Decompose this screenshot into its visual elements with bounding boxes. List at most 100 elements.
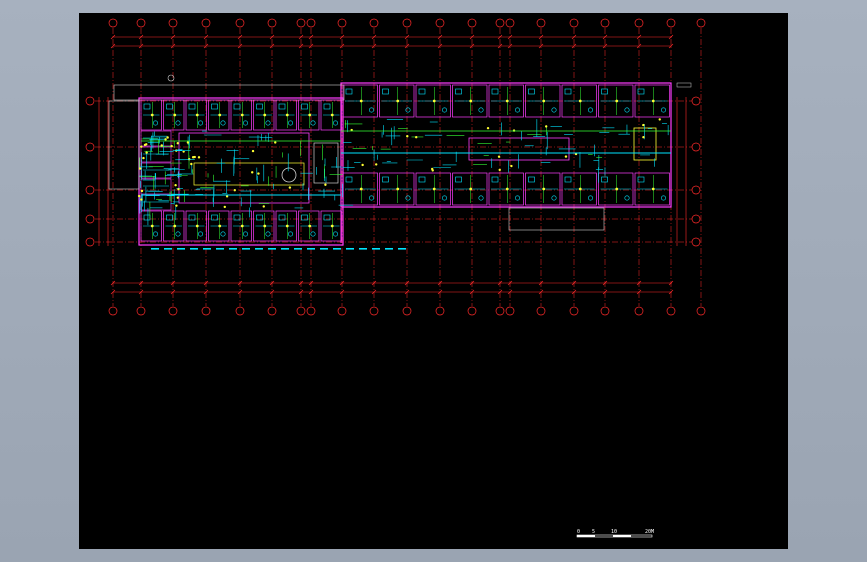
valve-symbol xyxy=(288,186,292,189)
fixture-symbol xyxy=(478,107,484,113)
valve-symbol xyxy=(223,205,226,209)
valve-symbol xyxy=(542,99,546,103)
valve-symbol xyxy=(431,169,434,172)
axis-bubble xyxy=(435,306,445,316)
valve-symbol xyxy=(142,156,145,160)
valve-symbol xyxy=(174,183,177,187)
axis-bubble xyxy=(136,306,146,316)
axis-bubble xyxy=(600,18,610,28)
fixture-symbol xyxy=(243,120,249,126)
fixture-symbol xyxy=(660,195,666,201)
valve-symbol xyxy=(225,195,229,198)
axis-bubble xyxy=(168,306,178,316)
floor-plan-drawing[interactable]: 0 5 10 20M xyxy=(79,13,788,549)
axis-bubble xyxy=(85,185,95,195)
fixture-symbol xyxy=(153,231,159,237)
valve-symbol xyxy=(510,164,513,168)
axis-bubble xyxy=(467,306,477,316)
valve-symbol xyxy=(285,224,289,228)
valve-symbol xyxy=(138,167,142,170)
axis-bubble xyxy=(369,18,379,28)
valve-symbol xyxy=(140,198,143,201)
valve-symbol xyxy=(396,187,400,191)
scale-tick-label: 10 xyxy=(611,529,617,535)
valve-symbol xyxy=(642,123,645,127)
sanitary-fixture xyxy=(301,103,308,110)
sanitary-fixture xyxy=(345,176,353,183)
valve-symbol xyxy=(195,224,199,228)
axis-bubble xyxy=(136,18,146,28)
fixture-symbol xyxy=(333,231,339,237)
axis-bubble xyxy=(505,18,515,28)
valve-symbol xyxy=(330,113,334,117)
axis-bubble xyxy=(691,185,701,195)
axis-bubble xyxy=(296,18,306,28)
sanitary-fixture xyxy=(418,176,426,183)
fixture-symbol xyxy=(368,107,374,113)
axis-bubble xyxy=(85,96,95,106)
room-tag xyxy=(307,248,315,250)
axis-bubble xyxy=(267,18,277,28)
valve-symbol xyxy=(497,155,501,158)
fixture-symbol xyxy=(514,195,520,201)
fixture-symbol xyxy=(587,107,593,113)
valve-symbol xyxy=(406,135,409,138)
valve-symbol xyxy=(140,145,143,148)
sanitary-fixture xyxy=(166,103,173,110)
valve-symbol xyxy=(145,143,148,146)
fixture-symbol xyxy=(243,231,249,237)
room-tag xyxy=(294,248,302,250)
axis-bubble xyxy=(402,18,412,28)
axis-bubble xyxy=(201,306,211,316)
room-tag xyxy=(177,248,185,250)
fixture-symbol xyxy=(288,231,294,237)
room-tag xyxy=(320,248,328,250)
axis-bubble xyxy=(696,18,706,28)
fixture-symbol xyxy=(551,195,557,201)
axis-bubble xyxy=(569,18,579,28)
valve-symbol xyxy=(170,144,173,148)
valve-symbol xyxy=(233,188,236,192)
axis-bubble xyxy=(696,306,706,316)
sanitary-fixture xyxy=(188,103,196,110)
sanitary-fixture xyxy=(345,88,353,95)
fixture-symbol xyxy=(265,231,271,237)
axis-bubble xyxy=(369,306,379,316)
sanitary-fixture xyxy=(382,176,389,183)
valve-symbol xyxy=(658,118,661,121)
room-tag xyxy=(151,248,159,250)
annex-outline xyxy=(508,207,605,231)
valve-symbol xyxy=(240,113,244,117)
sanitary-fixture xyxy=(564,176,572,183)
room-tag xyxy=(372,248,380,250)
axis-bubble xyxy=(691,237,701,247)
valve-symbol xyxy=(415,136,418,139)
valve-symbol xyxy=(285,113,289,117)
side-room xyxy=(140,178,172,195)
axis-bubble xyxy=(306,18,316,28)
sanitary-fixture xyxy=(491,176,499,183)
fixture-symbol xyxy=(405,107,411,113)
sanitary-fixture xyxy=(143,103,151,110)
axis-bubble xyxy=(666,306,676,316)
axis-bubble xyxy=(168,18,178,28)
fixture-symbol xyxy=(441,107,447,113)
sanitary-fixture xyxy=(233,103,241,110)
scale-bar-segment xyxy=(577,535,595,537)
east-core xyxy=(468,137,570,161)
valve-symbol xyxy=(359,187,363,191)
valve-symbol xyxy=(263,224,267,228)
valve-symbol xyxy=(173,224,177,228)
valve-symbol xyxy=(137,194,141,198)
fixture-symbol xyxy=(368,195,374,201)
axis-bubble xyxy=(306,306,316,316)
axis-bubble xyxy=(691,96,701,106)
fixture-symbol xyxy=(288,120,294,126)
fixture-symbol xyxy=(153,120,159,126)
fixture-symbol xyxy=(587,195,593,201)
valve-symbol xyxy=(218,224,222,228)
cad-viewport[interactable]: 0 5 10 20M xyxy=(79,13,788,549)
building-wing-west xyxy=(138,97,344,246)
fixture-symbol xyxy=(310,231,316,237)
valve-symbol xyxy=(191,156,195,159)
